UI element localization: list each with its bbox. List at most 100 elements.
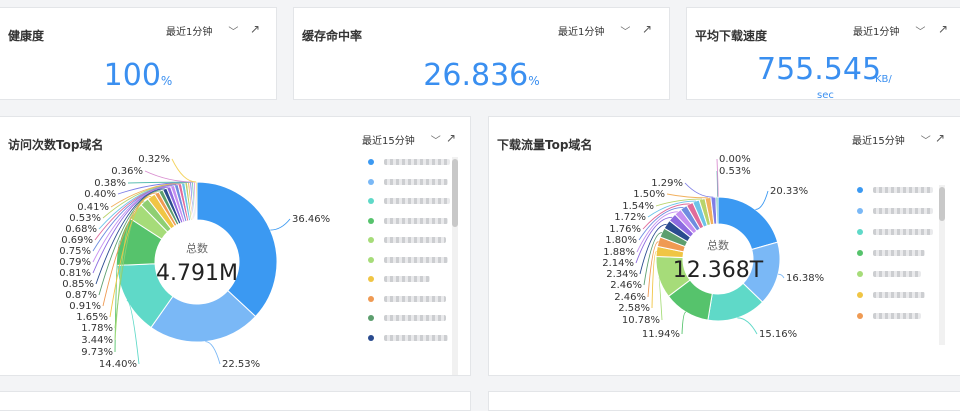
slice-label: 2.34% bbox=[606, 269, 638, 280]
slice-label: 0.36% bbox=[111, 166, 143, 177]
slice-label: 1.65% bbox=[76, 312, 108, 323]
legend-item[interactable] bbox=[368, 335, 448, 341]
expand-arrow-icon[interactable]: ↗ bbox=[446, 131, 456, 145]
health-metric: 100% bbox=[0, 58, 276, 93]
slice-label: 0.00% bbox=[719, 154, 751, 165]
slice-label: 1.72% bbox=[614, 212, 646, 223]
time-range-select[interactable]: 最近1分钟 ﹀ bbox=[166, 23, 238, 38]
slice-label: 22.53% bbox=[222, 359, 260, 370]
donut-slice[interactable] bbox=[197, 182, 277, 316]
chevron-down-icon: ﹀ bbox=[915, 23, 925, 38]
card-title: 平均下载速度 bbox=[695, 27, 767, 44]
legend-label-blurred bbox=[873, 229, 933, 235]
time-range-select[interactable]: 最近1分钟 ﹀ bbox=[558, 23, 630, 38]
legend-item[interactable] bbox=[857, 271, 921, 277]
slice-label: 0.75% bbox=[59, 246, 91, 257]
slice-label: 20.33% bbox=[770, 186, 808, 197]
metric-value: 26.836 bbox=[423, 58, 528, 93]
donut-center-value: 4.791M bbox=[156, 261, 238, 286]
legend-item[interactable] bbox=[368, 257, 448, 263]
slice-label: 0.79% bbox=[59, 257, 91, 268]
legend-scrollbar[interactable] bbox=[452, 157, 458, 375]
legend-label-blurred bbox=[384, 198, 450, 204]
label-leader-line bbox=[270, 219, 290, 230]
legend-item[interactable] bbox=[368, 276, 430, 282]
label-leader-line bbox=[205, 342, 220, 364]
scrollbar-thumb[interactable] bbox=[452, 159, 458, 227]
slice-label: 3.44% bbox=[81, 335, 113, 346]
expand-arrow-icon[interactable]: ↗ bbox=[938, 22, 948, 36]
slice-label: 0.53% bbox=[69, 213, 101, 224]
time-range-select[interactable]: 最近15分钟 ﹀ bbox=[362, 132, 441, 147]
bottom-card-right bbox=[488, 391, 960, 411]
slice-label: 2.46% bbox=[614, 292, 646, 303]
legend-color-swatch bbox=[368, 179, 374, 185]
donut-center-label: 总数 bbox=[707, 238, 729, 252]
legend-item[interactable] bbox=[368, 198, 450, 204]
legend-color-swatch bbox=[368, 218, 374, 224]
legend-item[interactable] bbox=[857, 250, 925, 256]
legend-item[interactable] bbox=[857, 208, 933, 214]
slice-label: 0.81% bbox=[59, 268, 91, 279]
legend-color-swatch bbox=[368, 159, 374, 165]
cache-hit-card: 缓存命中率 最近1分钟 ﹀ ↗ 26.836% bbox=[293, 7, 670, 100]
legend-color-swatch bbox=[857, 208, 863, 214]
legend-item[interactable] bbox=[857, 292, 925, 298]
legend-label-blurred bbox=[384, 315, 446, 321]
visits-donut-chart: 36.46%22.53%14.40%9.73%3.44%1.78%1.65%0.… bbox=[0, 117, 360, 377]
time-range-select[interactable]: 最近15分钟 ﹀ bbox=[852, 132, 931, 147]
time-range-select[interactable]: 最近1分钟 ﹀ bbox=[853, 23, 925, 38]
legend-item[interactable] bbox=[368, 218, 448, 224]
legend-item[interactable] bbox=[857, 313, 921, 319]
expand-arrow-icon[interactable]: ↗ bbox=[250, 22, 260, 36]
expand-arrow-icon[interactable]: ↗ bbox=[935, 131, 945, 145]
metric-unit: % bbox=[528, 74, 539, 88]
traffic-donut-chart: 20.33%16.38%15.16%11.94%10.78%2.58%2.46%… bbox=[489, 117, 849, 377]
legend-label-blurred bbox=[873, 187, 933, 193]
slice-label: 0.85% bbox=[62, 279, 94, 290]
slice-label: 0.32% bbox=[138, 154, 170, 165]
legend-label-blurred bbox=[873, 250, 925, 256]
label-leader-line bbox=[172, 159, 196, 182]
slice-label: 2.14% bbox=[602, 258, 634, 269]
slice-label: 0.68% bbox=[65, 224, 97, 235]
label-leader-line bbox=[682, 312, 686, 334]
label-leader-line bbox=[145, 171, 194, 182]
slice-label: 9.73% bbox=[81, 347, 113, 358]
legend-scrollbar[interactable] bbox=[939, 185, 945, 345]
legend-item[interactable] bbox=[368, 296, 446, 302]
cache-hit-metric: 26.836% bbox=[294, 58, 669, 93]
legend-label-blurred bbox=[384, 237, 446, 243]
chevron-down-icon: ﹀ bbox=[620, 23, 630, 38]
legend-color-swatch bbox=[368, 257, 374, 263]
download-speed-metric: 755.545 KB/ sec bbox=[757, 52, 881, 87]
legend-color-swatch bbox=[368, 335, 374, 341]
legend-item[interactable] bbox=[857, 187, 933, 193]
metric-unit: KB/ bbox=[875, 74, 892, 85]
legend-item[interactable] bbox=[368, 159, 450, 165]
metric-value: 100 bbox=[104, 58, 161, 93]
legend-color-swatch bbox=[368, 237, 374, 243]
slice-label: 1.54% bbox=[622, 201, 654, 212]
chevron-down-icon: ﹀ bbox=[431, 132, 441, 147]
legend-color-swatch bbox=[857, 250, 863, 256]
slice-label: 10.78% bbox=[622, 315, 660, 326]
legend-color-swatch bbox=[857, 187, 863, 193]
bottom-card-left bbox=[0, 391, 471, 411]
slice-label: 14.40% bbox=[99, 359, 137, 370]
legend-label-blurred bbox=[873, 208, 933, 214]
slice-label: 11.94% bbox=[642, 329, 680, 340]
donut-slice[interactable] bbox=[195, 182, 197, 220]
donut-center-label: 总数 bbox=[186, 241, 208, 255]
visits-top-domains-card: 访问次数Top域名 最近15分钟 ﹀ ↗ 36.46%22.53%14.40%9… bbox=[0, 116, 471, 376]
legend-item[interactable] bbox=[368, 179, 448, 185]
legend-item[interactable] bbox=[368, 237, 446, 243]
expand-arrow-icon[interactable]: ↗ bbox=[642, 22, 652, 36]
legend-item[interactable] bbox=[368, 315, 446, 321]
slice-label: 15.16% bbox=[759, 329, 797, 340]
scrollbar-thumb[interactable] bbox=[939, 187, 945, 221]
legend-item[interactable] bbox=[857, 229, 933, 235]
slice-label: 1.80% bbox=[605, 235, 637, 246]
slice-label: 36.46% bbox=[292, 214, 330, 225]
legend-color-swatch bbox=[857, 313, 863, 319]
